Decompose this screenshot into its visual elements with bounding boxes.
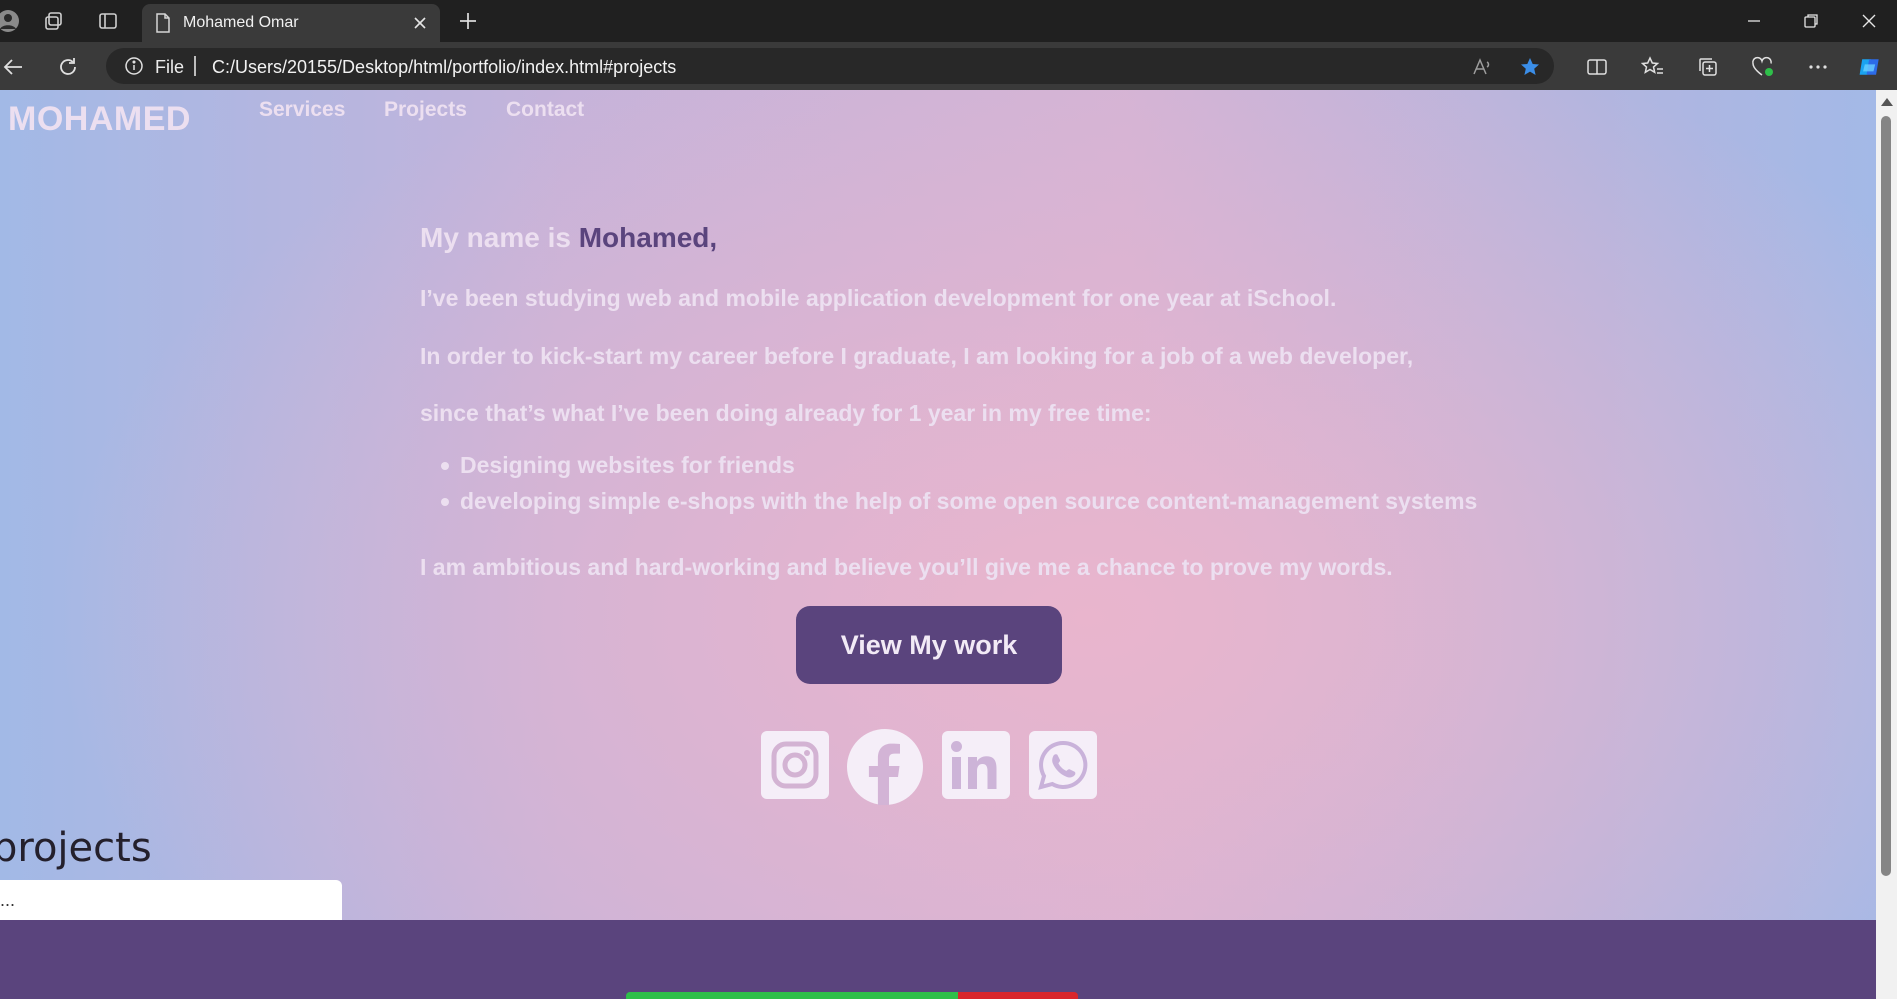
- red-bar: [958, 992, 1078, 999]
- instagram-icon[interactable]: [761, 731, 829, 799]
- nav-link-contact[interactable]: Contact: [506, 98, 584, 122]
- omnibox-divider: [194, 56, 196, 76]
- browser-essentials-icon[interactable]: [1750, 54, 1776, 80]
- scheme-label: File: [155, 57, 185, 77]
- back-icon[interactable]: [0, 54, 26, 80]
- address-bar-row: File C:/Users/20155/Desktop/html/portfol…: [0, 42, 1897, 90]
- page-scrollbar[interactable]: [1876, 90, 1897, 999]
- site-logo[interactable]: MOHAMED: [8, 100, 191, 139]
- url-text[interactable]: C:/Users/20155/Desktop/html/portfolio/in…: [212, 57, 676, 78]
- list-item: developing simple e-shops with the help …: [440, 488, 1477, 524]
- list-item: Designing websites for friends: [440, 452, 1477, 488]
- vertical-tabs-icon[interactable]: [96, 9, 120, 33]
- close-window-icon[interactable]: [1841, 5, 1897, 37]
- restore-icon[interactable]: [1783, 5, 1839, 37]
- omnibox[interactable]: File C:/Users/20155/Desktop/html/portfol…: [106, 48, 1554, 84]
- projects-band: [0, 920, 1876, 999]
- facebook-icon[interactable]: [847, 729, 923, 805]
- intro-line-3: since that’s what I’ve been doing alread…: [420, 400, 1152, 426]
- site-info-icon[interactable]: [124, 56, 144, 76]
- favorite-star-icon[interactable]: [1518, 55, 1542, 79]
- projects-heading: projects: [0, 825, 152, 871]
- minimize-icon[interactable]: [1726, 5, 1782, 37]
- skills-list: Designing websites for friends developin…: [440, 452, 1477, 524]
- linkedin-icon[interactable]: [942, 731, 1010, 799]
- whatsapp-icon[interactable]: [1029, 731, 1097, 799]
- favorites-icon[interactable]: [1640, 54, 1666, 80]
- tab-title: Mohamed Omar: [183, 14, 299, 31]
- nav-link-services[interactable]: Services: [259, 98, 345, 122]
- profile-avatar-icon[interactable]: [0, 9, 20, 33]
- view-my-work-button[interactable]: View My work: [796, 606, 1062, 684]
- scrollbar-thumb[interactable]: [1881, 116, 1891, 876]
- intro-line-2: In order to kick-start my career before …: [420, 343, 1414, 369]
- browser-tab-strip: Mohamed Omar: [0, 0, 1897, 42]
- refresh-icon[interactable]: [55, 54, 81, 80]
- more-options-icon[interactable]: [1805, 54, 1831, 80]
- intro-heading: My name is Mohamed,: [420, 222, 717, 254]
- intro-name: Mohamed,: [578, 222, 718, 253]
- workspaces-icon[interactable]: [42, 9, 66, 33]
- scroll-up-arrow-icon[interactable]: [1881, 98, 1893, 106]
- read-aloud-icon[interactable]: [1470, 55, 1494, 79]
- projects-search-input[interactable]: [0, 880, 342, 920]
- active-tab[interactable]: Mohamed Omar: [142, 4, 440, 42]
- page-document-icon: [154, 13, 172, 38]
- copilot-icon[interactable]: [1857, 54, 1883, 80]
- new-tab-icon[interactable]: [456, 9, 480, 33]
- green-bar: [626, 992, 958, 999]
- page-viewport: MOHAMED Services Projects Contact My nam…: [0, 90, 1876, 999]
- split-screen-icon[interactable]: [1584, 54, 1610, 80]
- intro-closing: I am ambitious and hard-working and beli…: [420, 554, 1393, 580]
- nav-link-projects[interactable]: Projects: [384, 98, 467, 122]
- close-tab-icon[interactable]: [408, 11, 432, 35]
- intro-line-1: I’ve been studying web and mobile applic…: [420, 285, 1337, 311]
- intro-prefix: My name is: [420, 222, 579, 253]
- collections-icon[interactable]: [1695, 54, 1721, 80]
